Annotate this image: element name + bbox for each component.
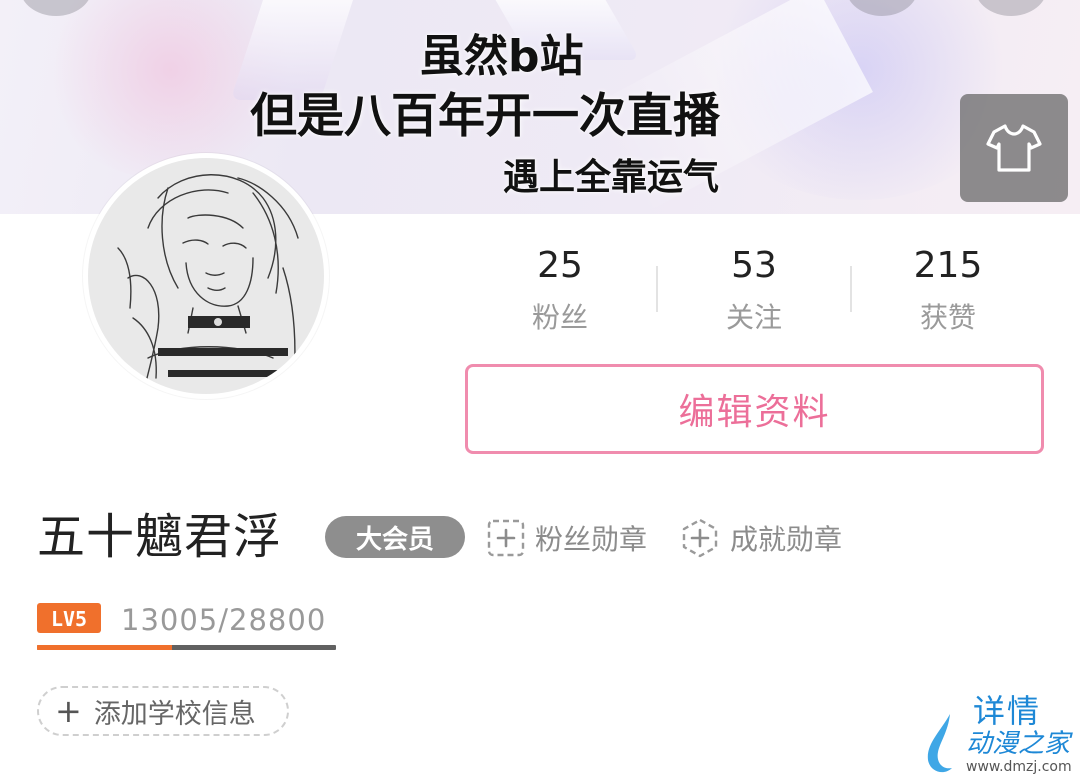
fan-medal-button[interactable]: 粉丝勋章 [487, 516, 647, 560]
level-badge-text: LV5 [51, 607, 87, 631]
tshirt-icon [986, 124, 1042, 172]
stat-likes[interactable]: 215 获赞 [858, 244, 1038, 338]
plus-icon: + [55, 692, 82, 730]
stat-divider [850, 266, 852, 312]
edit-profile-button[interactable]: 编辑资料 [465, 364, 1044, 454]
experience-bar-fill [37, 645, 173, 650]
stat-value: 25 [537, 245, 583, 286]
banner-text-line-2: 但是八百年开一次直播 [250, 89, 720, 144]
experience-bar [37, 645, 336, 650]
stat-value: 215 [913, 245, 983, 286]
username: 五十魑君浮 [37, 509, 283, 565]
stat-fans[interactable]: 25 粉丝 [470, 244, 650, 338]
stat-label: 获赞 [919, 301, 976, 334]
watermark-url: www.dmzj.com [966, 759, 1072, 775]
stat-label: 关注 [725, 301, 782, 334]
stat-following[interactable]: 53 关注 [664, 244, 844, 338]
banner-text-line-3: 遇上全靠运气 [503, 157, 720, 198]
stat-divider [656, 266, 658, 312]
achievement-medal-label: 成就勋章 [730, 523, 843, 556]
add-school-label: 添加学校信息 [93, 698, 256, 730]
add-school-button[interactable]: + 添加学校信息 [37, 686, 289, 736]
stat-label: 粉丝 [531, 301, 588, 334]
avatar-image [88, 158, 324, 394]
fan-medal-label: 粉丝勋章 [535, 523, 648, 556]
watermark-logo-icon [927, 714, 952, 773]
dress-up-button[interactable] [960, 94, 1068, 202]
vip-badge[interactable]: 大会员 [325, 516, 465, 558]
dashed-plus-square-icon [487, 519, 525, 557]
watermark-site-name: 动漫之家 [966, 729, 1071, 759]
banner-text-line-1: 虽然b站 [420, 31, 584, 82]
level-badge: LV5 [37, 603, 101, 633]
dashed-plus-hexagon-icon [682, 518, 718, 558]
achievement-medal-button[interactable]: 成就勋章 [680, 516, 842, 560]
watermark-detail: 详情 [973, 692, 1042, 730]
experience-text: 13005/28800 [121, 603, 327, 637]
stat-value: 53 [731, 245, 777, 286]
avatar[interactable] [83, 153, 329, 399]
